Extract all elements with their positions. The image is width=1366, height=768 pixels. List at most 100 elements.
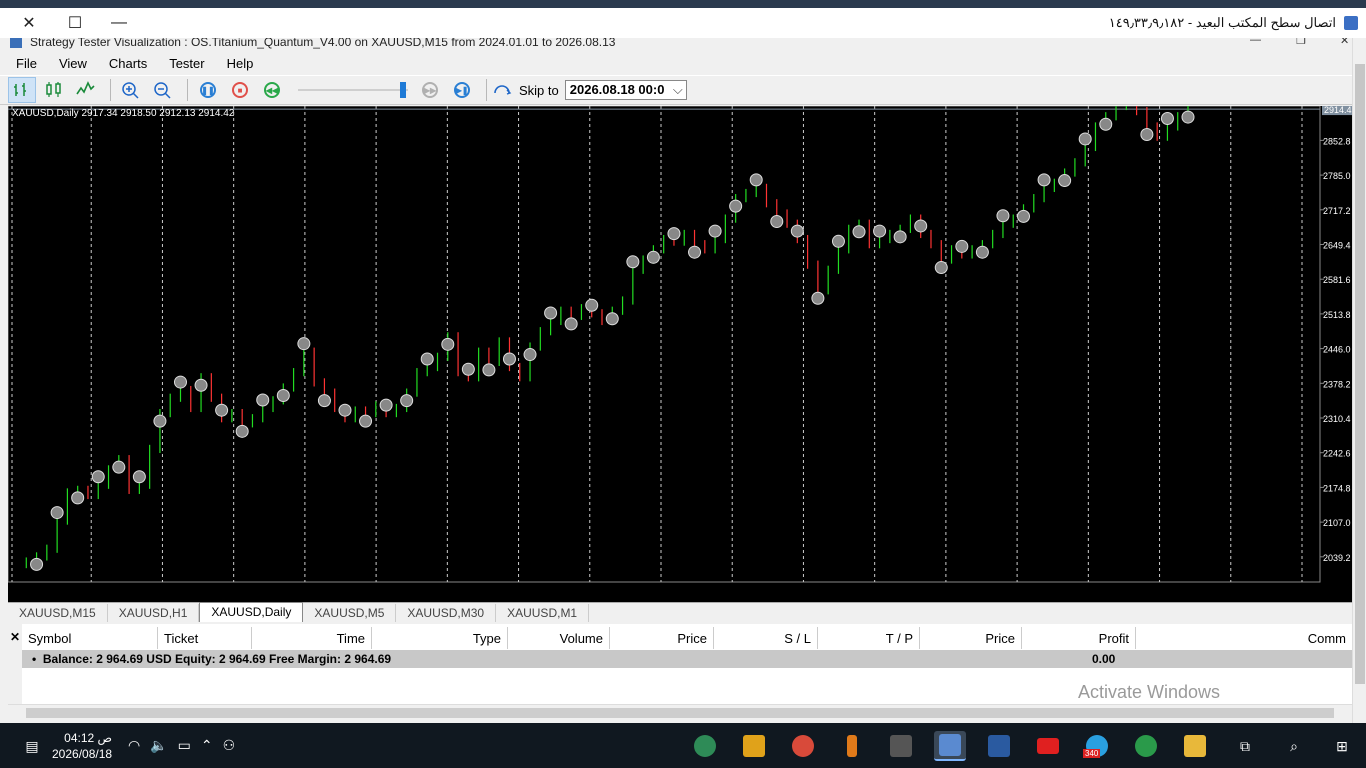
clock-date: 2026/08/18: [52, 747, 113, 761]
microphone-icon[interactable]: [836, 731, 868, 761]
trade-marker: [975, 245, 989, 259]
line-chart-button[interactable]: [72, 77, 100, 103]
skip-to-label: Skip to: [519, 82, 559, 98]
col-symbol[interactable]: Symbol: [22, 627, 158, 649]
trade-marker: [1099, 117, 1113, 131]
trade-marker: [873, 224, 887, 238]
horizontal-scrollbar[interactable]: [8, 704, 1352, 720]
minimize-icon[interactable]: —: [1250, 38, 1261, 46]
trade-marker: [811, 291, 825, 305]
close-icon[interactable]: ✕: [16, 12, 42, 34]
col-current-price[interactable]: Price: [920, 627, 1022, 649]
x-tick-label: 1 Mar 2024: [66, 588, 117, 599]
rewind-button[interactable]: ◀◀: [258, 77, 286, 103]
tab-xauusd-m1[interactable]: XAUUSD,M1: [496, 604, 590, 622]
col-comment[interactable]: Comm: [1136, 627, 1352, 649]
plot-area: [8, 106, 1321, 583]
youtube-icon[interactable]: [1032, 731, 1064, 761]
trade-marker: [626, 255, 640, 269]
col-tp[interactable]: T / P: [818, 627, 920, 649]
vertical-scrollbar[interactable]: [1352, 38, 1366, 723]
balance-row[interactable]: • Balance: 2 964.69 USD Equity: 2 964.69…: [22, 650, 1352, 668]
trade-marker: [317, 394, 331, 408]
video-editor-icon[interactable]: [885, 731, 917, 761]
candlestick-button[interactable]: [40, 77, 68, 103]
trade-marker: [790, 224, 804, 238]
volume-icon[interactable]: 🔈: [150, 737, 167, 754]
telegram-icon[interactable]: 340: [1081, 731, 1113, 761]
trade-marker: [667, 227, 681, 241]
bar-chart-button[interactable]: [8, 77, 36, 103]
terminal-app-icon[interactable]: [983, 731, 1015, 761]
people-icon[interactable]: ⚇: [223, 737, 236, 754]
col-volume[interactable]: Volume: [508, 627, 610, 649]
trade-marker: [173, 375, 187, 389]
col-price[interactable]: Price: [610, 627, 714, 649]
zoom-in-button[interactable]: [117, 77, 145, 103]
speed-slider[interactable]: [298, 80, 408, 100]
col-sl[interactable]: S / L: [714, 627, 818, 649]
trade-marker: [955, 239, 969, 253]
menu-tester[interactable]: Tester: [163, 56, 210, 71]
y-tick-label: 2310.4: [1323, 414, 1351, 424]
col-ticket[interactable]: Ticket: [158, 627, 252, 649]
battery-icon[interactable]: ▭: [178, 737, 191, 754]
skip-to-icon: [494, 85, 512, 95]
search-icon[interactable]: ⌕: [1278, 731, 1310, 761]
tab-xauusd-m30[interactable]: XAUUSD,M30: [396, 604, 497, 622]
clock-time: 04:12 ص: [64, 731, 113, 745]
notifications-icon[interactable]: ▤: [16, 731, 48, 761]
system-clock[interactable]: 04:12 ص 2026/08/18: [52, 730, 112, 762]
trade-marker: [996, 209, 1010, 223]
app-yellow-icon[interactable]: [738, 731, 770, 761]
balance-profit: 0.00: [1092, 652, 1116, 666]
scrollbar-thumb[interactable]: [26, 708, 1334, 718]
slider-thumb[interactable]: [400, 82, 406, 98]
maximize-icon[interactable]: ☐: [62, 12, 88, 34]
menu-view[interactable]: View: [53, 56, 93, 71]
task-view-icon[interactable]: ⧉: [1229, 731, 1261, 761]
tab-xauusd-m5[interactable]: XAUUSD,M5: [303, 604, 397, 622]
window-titlebar: Strategy Tester Visualization : OS.Titan…: [0, 38, 1366, 52]
restore-icon[interactable]: ❐: [1296, 38, 1306, 47]
menu-file[interactable]: File: [10, 56, 43, 71]
scrollbar-thumb[interactable]: [1355, 64, 1365, 684]
trade-marker: [359, 414, 373, 428]
chart-canvas[interactable]: 12 Feb 2024 1 Mar 2024 21 Mar 2024 15 Apr 2…: [8, 106, 1352, 602]
strategy-tester-window: Strategy Tester Visualization : OS.Titan…: [0, 38, 1366, 723]
system-tray: ◠ 🔈 ▭ ⌃ ⚇: [128, 737, 235, 754]
y-tick-label: 2513.8: [1323, 310, 1351, 320]
close-icon[interactable]: ✕: [1340, 38, 1349, 47]
y-tick-label: 2717.2: [1323, 206, 1351, 216]
tab-xauusd-daily[interactable]: XAUUSD,Daily: [199, 602, 304, 622]
stop-button[interactable]: ■: [226, 77, 254, 103]
windows-start-icon[interactable]: ⊞: [1326, 731, 1358, 761]
y-tick-label: 2785.0: [1323, 171, 1351, 181]
app-s-icon[interactable]: [689, 731, 721, 761]
skip-to-date-select[interactable]: 2026.08.18 00:0 ⌵: [564, 80, 687, 100]
chrome-profile-icon[interactable]: [787, 731, 819, 761]
trade-marker: [30, 557, 44, 571]
balance-text: Balance: 2 964.69 USD Equity: 2 964.69 F…: [42, 652, 392, 666]
tab-xauusd-h1[interactable]: XAUUSD,H1: [108, 604, 200, 622]
chevron-up-icon[interactable]: ⌃: [201, 737, 213, 754]
zoom-out-button[interactable]: [149, 77, 177, 103]
network-icon[interactable]: ◠: [128, 737, 140, 754]
file-explorer-icon[interactable]: [1179, 731, 1211, 761]
col-time[interactable]: Time: [252, 627, 372, 649]
chrome-icon[interactable]: [1130, 731, 1162, 761]
trade-marker: [235, 424, 249, 438]
minimize-icon[interactable]: —: [106, 12, 132, 34]
menu-charts[interactable]: Charts: [103, 56, 153, 71]
x-tick-label: 29 May 2024: [347, 588, 405, 599]
price-chart[interactable]: 12 Feb 2024 1 Mar 2024 21 Mar 2024 15 Apr 2…: [8, 106, 1352, 602]
stop-icon: ■: [232, 82, 248, 98]
step-forward-button[interactable]: ▶▶: [416, 77, 444, 103]
col-type[interactable]: Type: [372, 627, 508, 649]
col-profit[interactable]: Profit: [1022, 627, 1136, 649]
remote-desktop-taskbar-icon[interactable]: [934, 731, 966, 761]
skip-end-button[interactable]: ▶❚: [448, 77, 476, 103]
menu-help[interactable]: Help: [221, 56, 260, 71]
tab-xauusd-m15[interactable]: XAUUSD,M15: [8, 604, 108, 622]
pause-button[interactable]: ❚❚: [194, 77, 222, 103]
